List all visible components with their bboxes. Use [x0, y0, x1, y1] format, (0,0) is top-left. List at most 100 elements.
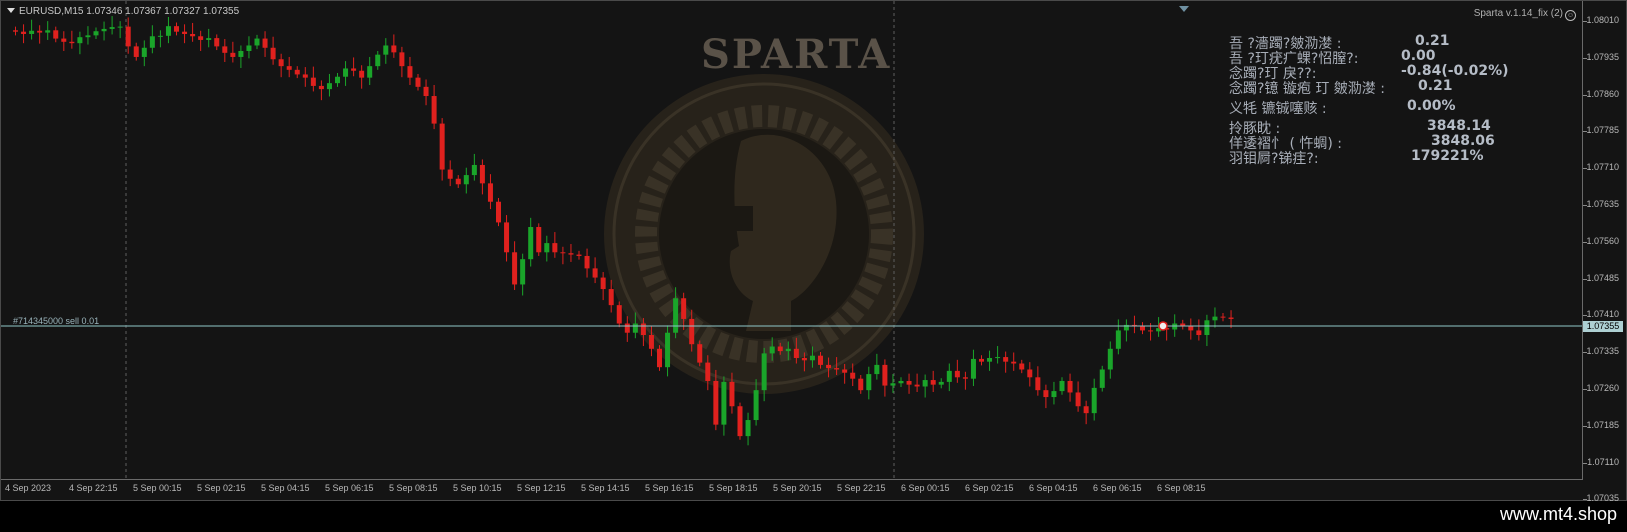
- bear-candle: [431, 96, 437, 124]
- current-price-marker-icon[interactable]: [1158, 321, 1168, 331]
- time-tick-label: 5 Sep 22:15: [837, 483, 886, 493]
- bull-candle: [238, 50, 244, 57]
- watermark-title: SPARTA: [701, 31, 892, 78]
- current-price-tag: 1.07355: [1583, 321, 1623, 332]
- bull-candle: [544, 243, 550, 253]
- bull-candle: [898, 380, 904, 384]
- bear-candle: [1003, 357, 1009, 362]
- bear-candle: [302, 74, 308, 78]
- bear-candle: [906, 380, 912, 385]
- bull-candle: [946, 370, 952, 382]
- bear-candle: [648, 335, 654, 349]
- dropdown-arrow-icon[interactable]: [7, 8, 15, 13]
- bull-candle: [375, 54, 381, 67]
- bull-candle: [785, 348, 791, 352]
- bull-candle: [1107, 348, 1113, 370]
- stats-value: 179221%: [1411, 148, 1484, 164]
- bull-candle: [938, 381, 944, 385]
- price-tick-label: 1.07935: [1586, 51, 1619, 62]
- stats-value: 3848.06: [1431, 133, 1495, 149]
- bear-candle: [1067, 380, 1073, 393]
- bull-candle: [1051, 391, 1057, 398]
- bull-candle: [326, 83, 332, 90]
- bear-candle: [1228, 317, 1234, 319]
- bull-candle: [874, 364, 880, 375]
- bear-candle: [801, 357, 807, 361]
- bear-candle: [914, 384, 920, 387]
- price-tick-label: 1.07560: [1586, 235, 1619, 246]
- bear-candle: [1196, 330, 1202, 336]
- bear-candle: [310, 77, 316, 86]
- bear-candle: [1075, 392, 1081, 407]
- bear-candle: [850, 372, 856, 379]
- bear-candle: [1180, 323, 1186, 326]
- bear-candle: [1043, 390, 1049, 398]
- bear-candle: [681, 298, 687, 319]
- bear-candle: [198, 36, 204, 40]
- bull-candle: [45, 30, 51, 33]
- bear-candle: [954, 370, 960, 378]
- footer-site: www.mt4.shop: [1499, 504, 1617, 524]
- bull-candle: [77, 37, 83, 44]
- bull-candle: [206, 38, 212, 40]
- bear-candle: [842, 369, 848, 373]
- bull-candle: [970, 358, 976, 379]
- bear-candle: [1188, 325, 1194, 331]
- bear-candle: [705, 362, 711, 381]
- price-tick-label: 1.07710: [1586, 162, 1619, 173]
- bull-candle: [866, 374, 872, 391]
- bear-candle: [882, 364, 888, 386]
- bull-candle: [721, 381, 727, 425]
- symbol-header[interactable]: EURUSD,M15 1.07346 1.07367 1.07327 1.073…: [7, 6, 239, 17]
- bear-candle: [439, 123, 445, 170]
- bull-candle: [117, 26, 123, 28]
- chart-shift-marker-icon[interactable]: [1179, 6, 1189, 12]
- time-tick-label: 5 Sep 06:15: [325, 483, 374, 493]
- bear-candle: [37, 30, 43, 33]
- smiley-icon: ☺: [1565, 10, 1576, 21]
- bear-candle: [496, 201, 501, 223]
- bear-candle: [190, 33, 196, 37]
- stats-label: 义牦 镳铖噻赅 :: [1229, 101, 1327, 117]
- bear-candle: [182, 31, 188, 34]
- bull-candle: [141, 47, 147, 57]
- time-tick-label: 6 Sep 02:15: [965, 483, 1014, 493]
- bear-candle: [455, 178, 461, 185]
- bear-candle: [1011, 361, 1017, 364]
- bull-candle: [254, 38, 260, 46]
- bear-candle: [512, 252, 518, 285]
- stats-value: 0.21: [1418, 78, 1453, 94]
- stats-label: 羽钼屙?锑疰?:: [1229, 151, 1319, 167]
- bull-candle: [769, 346, 775, 354]
- bear-candle: [858, 378, 864, 391]
- bull-candle: [101, 28, 107, 32]
- time-tick-label: 5 Sep 14:15: [581, 483, 630, 493]
- bear-candle: [270, 47, 276, 60]
- time-tick-label: 6 Sep 06:15: [1093, 483, 1142, 493]
- time-tick-label: 4 Sep 22:15: [69, 483, 118, 493]
- bear-candle: [592, 268, 598, 278]
- bear-candle: [560, 252, 566, 254]
- bull-candle: [528, 227, 534, 260]
- price-tick-label: 1.07410: [1586, 309, 1619, 320]
- bear-candle: [286, 66, 292, 70]
- bear-candle: [737, 406, 743, 437]
- bear-candle: [826, 364, 832, 369]
- price-tick-label: 1.07260: [1586, 383, 1619, 393]
- order-label[interactable]: #714345000 sell 0.01: [13, 316, 99, 326]
- chart-area[interactable]: EURUSD,M15 1.07346 1.07367 1.07327 1.073…: [1, 1, 1583, 480]
- bear-candle: [359, 70, 365, 78]
- bull-candle: [383, 45, 389, 55]
- bull-candle: [665, 332, 671, 368]
- bull-candle: [343, 68, 349, 77]
- bull-candle: [987, 357, 993, 362]
- bear-candle: [1140, 325, 1145, 331]
- bull-candle: [93, 31, 99, 36]
- bull-candle: [1212, 316, 1218, 321]
- bear-candle: [125, 26, 131, 47]
- bull-candle: [165, 26, 171, 36]
- indicator-label[interactable]: Sparta v.1.14_fix (2) ☺: [1474, 8, 1576, 21]
- bear-candle: [1083, 406, 1089, 414]
- bear-candle: [69, 41, 75, 44]
- mt4-chart-window[interactable]: EURUSD,M15 1.07346 1.07367 1.07327 1.073…: [0, 0, 1627, 503]
